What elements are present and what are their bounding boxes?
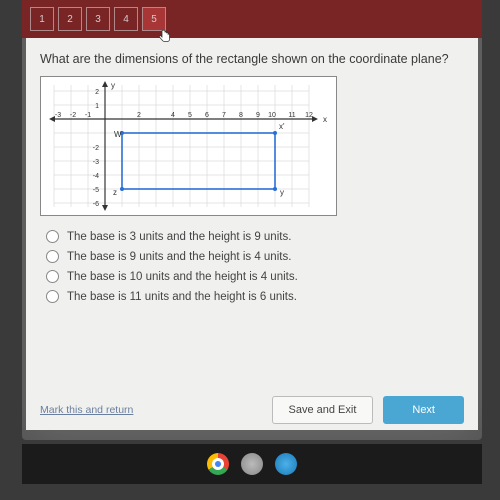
nav-item-1[interactable]: 1 [30, 7, 54, 31]
svg-text:11: 11 [288, 112, 295, 119]
svg-text:-3: -3 [55, 112, 61, 119]
svg-text:z: z [113, 188, 117, 197]
radio-a[interactable] [46, 230, 59, 243]
option-c-label: The base is 10 units and the height is 4… [67, 271, 298, 283]
radio-c[interactable] [46, 270, 59, 283]
svg-text:12: 12 [305, 112, 313, 119]
os-taskbar [22, 444, 482, 484]
x-axis-label: x [323, 115, 327, 124]
question-text: What are the dimensions of the rectangle… [40, 52, 464, 66]
mark-return-link[interactable]: Mark this and return [40, 404, 133, 416]
svg-text:-1: -1 [85, 112, 91, 119]
app-icon-blue[interactable] [275, 453, 297, 475]
radio-b[interactable] [46, 250, 59, 263]
y-axis-label: y [111, 81, 115, 90]
svg-text:-2: -2 [93, 145, 99, 152]
option-c[interactable]: The base is 10 units and the height is 4… [46, 270, 464, 283]
svg-text:x': x' [279, 122, 285, 131]
svg-text:-3: -3 [93, 159, 99, 166]
radio-d[interactable] [46, 290, 59, 303]
nav-item-3[interactable]: 3 [86, 7, 110, 31]
option-a-label: The base is 3 units and the height is 9 … [67, 231, 291, 243]
question-panel: What are the dimensions of the rectangle… [26, 38, 478, 430]
save-exit-button[interactable]: Save and Exit [272, 396, 374, 424]
option-a[interactable]: The base is 3 units and the height is 9 … [46, 230, 464, 243]
nav-item-4[interactable]: 4 [114, 7, 138, 31]
next-button[interactable]: Next [383, 396, 464, 424]
svg-text:5: 5 [188, 112, 192, 119]
answer-options: The base is 3 units and the height is 9 … [40, 230, 464, 303]
option-b[interactable]: The base is 9 units and the height is 4 … [46, 250, 464, 263]
app-icon-gray[interactable] [241, 453, 263, 475]
coordinate-graph: y x 2 1 -2 -3 -4 -5 -6 -3 -2 -1 2 4 5 6 … [40, 76, 337, 216]
svg-text:-4: -4 [93, 173, 99, 180]
svg-text:2: 2 [137, 112, 141, 119]
footer-actions: Mark this and return Save and Exit Next [40, 390, 464, 424]
svg-text:10: 10 [268, 112, 276, 119]
question-nav: 1 2 3 4 5 [22, 0, 482, 38]
option-d[interactable]: The base is 11 units and the height is 6… [46, 290, 464, 303]
svg-text:7: 7 [222, 112, 226, 119]
svg-text:-2: -2 [70, 112, 76, 119]
option-d-label: The base is 11 units and the height is 6… [67, 291, 297, 303]
svg-text:6: 6 [205, 112, 209, 119]
svg-text:W: W [114, 130, 122, 139]
svg-text:-6: -6 [93, 201, 99, 208]
svg-text:4: 4 [171, 112, 175, 119]
svg-text:-5: -5 [93, 187, 99, 194]
nav-item-5[interactable]: 5 [142, 7, 166, 31]
svg-text:8: 8 [239, 112, 243, 119]
app-screen: 1 2 3 4 5 What are the dimensions of the… [22, 0, 482, 440]
svg-text:1: 1 [95, 103, 99, 110]
option-b-label: The base is 9 units and the height is 4 … [67, 251, 291, 263]
nav-item-2[interactable]: 2 [58, 7, 82, 31]
svg-text:y: y [280, 188, 284, 197]
svg-text:2: 2 [95, 89, 99, 96]
chrome-icon[interactable] [207, 453, 229, 475]
svg-text:9: 9 [256, 112, 260, 119]
